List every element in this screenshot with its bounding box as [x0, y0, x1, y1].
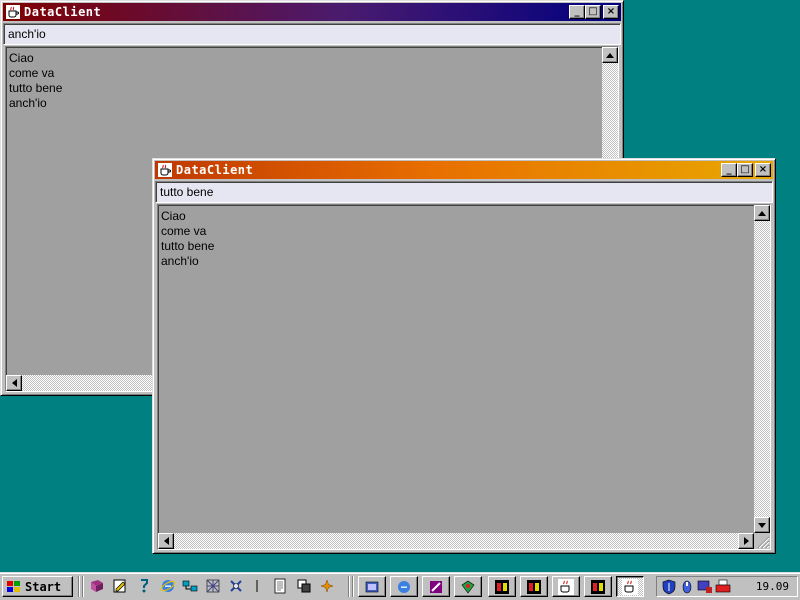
close-icon: ×	[606, 6, 616, 17]
monitor-icon[interactable]	[697, 579, 713, 595]
task-button-active[interactable]	[616, 576, 644, 597]
document-icon[interactable]	[272, 578, 288, 594]
maximize-icon: □	[588, 6, 598, 17]
windows-logo-icon	[7, 580, 20, 592]
chat-line: anch'io	[161, 254, 199, 268]
taskbar: Start 19.09	[0, 572, 800, 600]
chat-line: tutto bene	[9, 81, 63, 95]
java-icon	[622, 578, 638, 595]
task-button[interactable]	[454, 576, 482, 597]
printer-icon[interactable]	[715, 579, 731, 595]
scroll-left-button[interactable]	[6, 375, 22, 391]
paint-icon	[461, 580, 475, 593]
dos-icon	[495, 579, 509, 594]
sparkle-icon[interactable]	[319, 578, 335, 594]
title-bar[interactable]: DataClient _ □ ×	[155, 161, 773, 179]
network-icon[interactable]	[182, 578, 198, 594]
resize-grip-icon[interactable]	[754, 533, 770, 549]
explorer-icon	[365, 581, 379, 592]
scroll-right-button[interactable]	[738, 533, 754, 549]
taskbar-separator	[78, 576, 80, 597]
task-button[interactable]	[422, 576, 450, 597]
java-cup-icon	[5, 4, 21, 20]
browser-icon	[398, 580, 410, 593]
close-button[interactable]: ×	[603, 5, 619, 19]
horizontal-scrollbar[interactable]	[158, 533, 754, 549]
scroll-down-button[interactable]	[754, 517, 770, 533]
scroll-up-button[interactable]	[602, 47, 618, 63]
maximize-icon: □	[740, 164, 750, 175]
scroll-up-button[interactable]	[754, 205, 770, 221]
pen-icon[interactable]	[252, 578, 262, 594]
window-title: DataClient	[176, 163, 254, 177]
task-button[interactable]	[552, 576, 580, 597]
chat-log[interactable]: Ciao come va tutto bene anch'io	[157, 204, 771, 550]
maximize-button[interactable]: □	[585, 5, 601, 19]
maximize-button[interactable]: □	[737, 163, 753, 177]
chat-line: tutto bene	[161, 239, 215, 253]
dos-icon	[591, 579, 605, 594]
editor-icon	[430, 580, 442, 593]
dos-icon	[527, 579, 541, 594]
help-icon[interactable]	[136, 578, 152, 594]
minimize-icon: _	[726, 164, 732, 175]
taskbar-separator	[348, 576, 350, 597]
task-button[interactable]	[390, 576, 418, 597]
chat-line: come va	[9, 66, 55, 80]
taskbar-separator	[82, 576, 84, 597]
chat-line: Ciao	[9, 51, 34, 65]
close-icon: ×	[758, 164, 768, 175]
chat-line: Ciao	[161, 209, 186, 223]
message-input[interactable]: tutto bene	[155, 181, 773, 203]
vertical-scrollbar[interactable]	[754, 205, 770, 533]
arrow-down-icon	[758, 522, 766, 528]
shield-icon[interactable]	[661, 579, 677, 595]
volume-icon[interactable]	[679, 579, 695, 595]
title-bar[interactable]: DataClient _ □ ×	[3, 3, 621, 21]
task-button[interactable]	[520, 576, 548, 597]
close-button[interactable]: ×	[755, 163, 771, 177]
message-input[interactable]: anch'io	[3, 23, 621, 45]
web-tool-icon[interactable]	[296, 578, 312, 594]
java-cup-icon	[157, 162, 173, 178]
chat-lines: Ciao come va tutto bene anch'io	[161, 209, 214, 269]
clock[interactable]: 19.09	[756, 580, 789, 593]
minimize-button[interactable]: _	[721, 163, 737, 177]
ie-icon[interactable]	[160, 578, 176, 594]
book-icon[interactable]	[89, 578, 105, 594]
arrow-right-icon	[743, 537, 749, 545]
task-button[interactable]	[584, 576, 612, 597]
notepad-icon[interactable]	[112, 578, 128, 594]
minimize-button[interactable]: _	[569, 5, 585, 19]
start-button[interactable]: Start	[2, 576, 73, 597]
tools-icon[interactable]	[228, 578, 244, 594]
arrow-up-icon	[606, 52, 614, 58]
task-button[interactable]	[358, 576, 386, 597]
arrow-up-icon	[758, 210, 766, 216]
window-title: DataClient	[24, 5, 102, 19]
system-tray: 19.09	[656, 576, 798, 597]
task-button[interactable]	[488, 576, 516, 597]
arrow-left-icon	[163, 537, 169, 545]
minimize-icon: _	[574, 6, 580, 17]
grid-icon[interactable]	[205, 578, 221, 594]
chat-line: anch'io	[9, 96, 47, 110]
chat-line: come va	[161, 224, 207, 238]
dataclient-window-front[interactable]: DataClient _ □ × tutto bene Ciao come va…	[152, 158, 776, 554]
chat-lines: Ciao come va tutto bene anch'io	[9, 51, 62, 111]
scroll-left-button[interactable]	[158, 533, 174, 549]
start-label: Start	[25, 579, 62, 594]
arrow-left-icon	[11, 379, 17, 387]
java-icon	[558, 578, 574, 595]
taskbar-separator	[352, 576, 354, 597]
